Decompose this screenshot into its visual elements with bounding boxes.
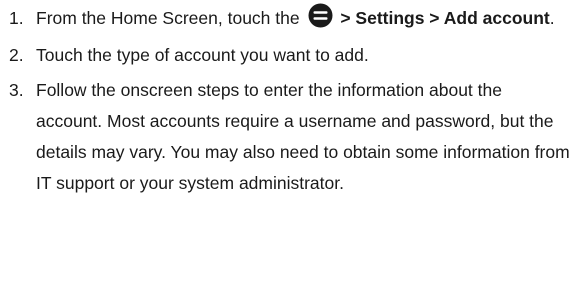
step-2: 2. Touch the type of account you want to… <box>0 40 572 71</box>
step-1: 1. From the Home Screen, touch the > Set… <box>0 3 572 34</box>
step-text: From the Home Screen, touch the <box>36 8 300 28</box>
step-number: 1. <box>9 8 24 28</box>
instruction-list: 1. From the Home Screen, touch the > Set… <box>0 0 572 199</box>
step-text: Follow the onscreen steps to enter the i… <box>36 80 570 193</box>
step-text: Touch the type of account you want to ad… <box>36 45 369 65</box>
menu-icon <box>308 3 333 28</box>
settings-path: > Settings > Add account <box>335 8 550 28</box>
step-number: 2. <box>9 45 24 65</box>
step-number: 3. <box>9 80 24 100</box>
step-text-end: . <box>549 8 555 28</box>
step-3: 3. Follow the onscreen steps to enter th… <box>0 75 572 199</box>
